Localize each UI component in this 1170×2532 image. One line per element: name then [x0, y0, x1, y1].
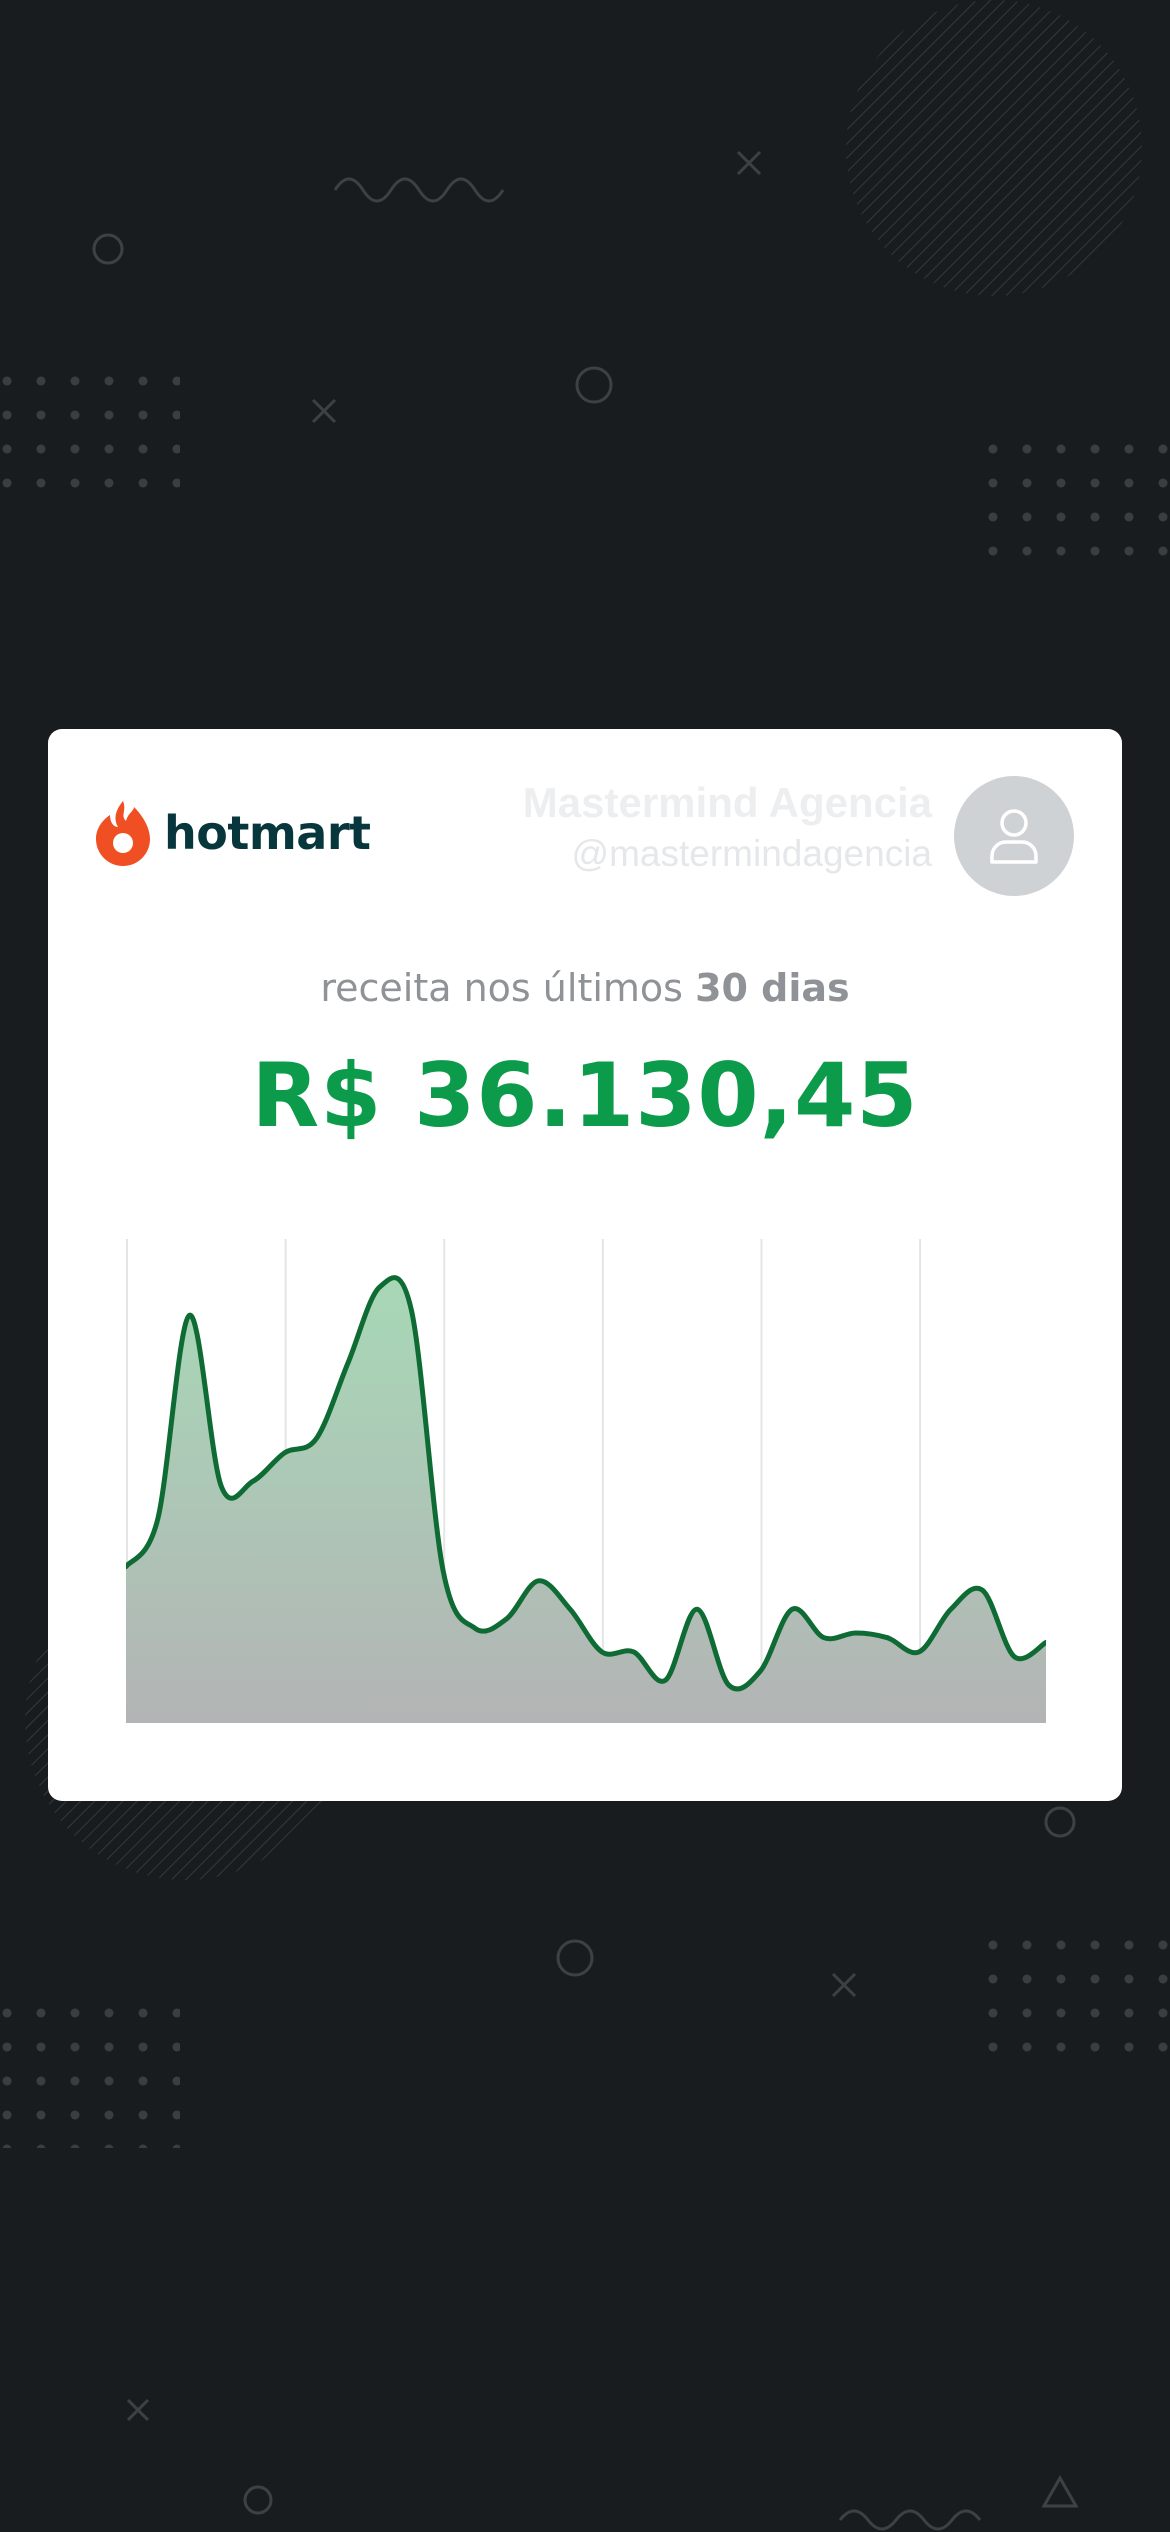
dot-grid-decoration [0, 352, 180, 502]
profile-handle: @mastermindagencia [571, 833, 932, 874]
chart-area [126, 1277, 1046, 1723]
hotmart-logo: hotmart [94, 799, 371, 867]
dot-grid-decoration [0, 1998, 180, 2148]
user-icon [990, 809, 1038, 864]
revenue-label: receita nos últimos 30 dias [48, 966, 1122, 1010]
hatched-circle-decoration [846, 0, 1142, 296]
revenue-chart [126, 1239, 1046, 1723]
revenue-amount: R$ 36.130,45 [251, 1044, 919, 1147]
revenue-card: hotmart Mastermind Agencia @mastermindag… [48, 729, 1122, 1801]
revenue-label-period: 30 dias [695, 966, 850, 1010]
dot-grid-decoration [986, 1924, 1170, 2074]
avatar[interactable] [954, 776, 1074, 896]
flame-icon [96, 801, 150, 866]
brand-name: hotmart [164, 806, 371, 860]
profile-info: Mastermind Agencia @mastermindagencia [523, 779, 932, 875]
profile-name: Mastermind Agencia [522, 779, 932, 826]
revenue-label-prefix: receita nos últimos [320, 966, 683, 1010]
dot-grid-decoration [986, 426, 1170, 576]
